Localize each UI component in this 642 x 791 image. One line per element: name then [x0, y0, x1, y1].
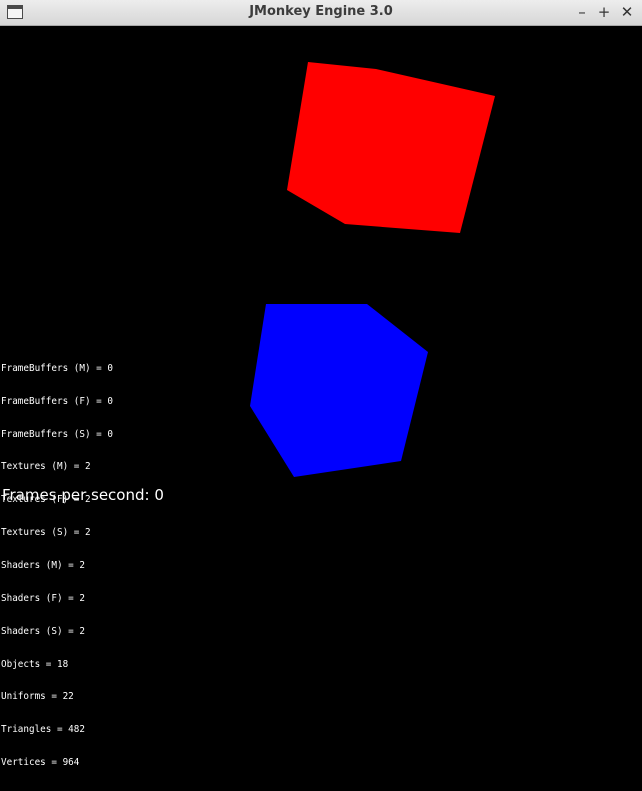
maximize-button[interactable]: +: [594, 2, 614, 22]
stat-line: Textures (S) = 2: [1, 527, 91, 539]
stat-line: Shaders (M) = 2: [1, 559, 85, 571]
close-button[interactable]: ✕: [617, 2, 637, 22]
app-window: JMonkey Engine 3.0 – + ✕ FrameBuffers (M…: [0, 0, 642, 768]
stat-line: FrameBuffers (F) = 0: [1, 395, 113, 407]
stat-line: FrameBuffers (S) = 0: [1, 428, 113, 440]
stat-line: Uniforms = 22: [1, 691, 74, 703]
blue-cube: [250, 304, 428, 477]
stat-line: FrameBuffers (M) = 0: [1, 362, 113, 374]
stat-line: Textures (M) = 2: [1, 461, 91, 473]
stat-line: Vertices = 964: [1, 757, 80, 769]
stat-line: Triangles = 482: [1, 724, 85, 736]
stat-line: Shaders (S) = 2: [1, 625, 85, 637]
red-cube: [287, 62, 495, 233]
window-title: JMonkey Engine 3.0: [249, 4, 393, 19]
minimize-button[interactable]: –: [572, 2, 592, 22]
title-bar[interactable]: JMonkey Engine 3.0 – + ✕: [0, 0, 642, 26]
stat-line: Objects = 18: [1, 658, 69, 670]
fps-counter: Frames per second: 0: [2, 486, 164, 504]
render-viewport[interactable]: FrameBuffers (M) = 0 FrameBuffers (F) = …: [0, 26, 642, 768]
stat-line: Shaders (F) = 2: [1, 592, 85, 604]
stats-overlay: FrameBuffers (M) = 0 FrameBuffers (F) = …: [1, 342, 113, 791]
